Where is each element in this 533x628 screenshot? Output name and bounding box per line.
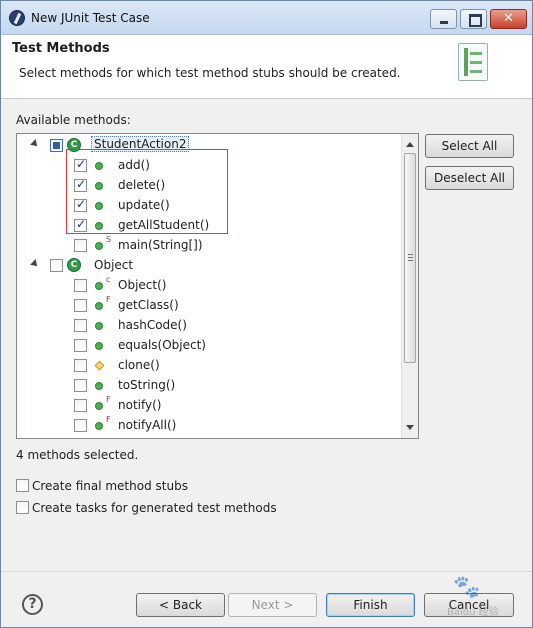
- wizard-window: New JUnit Test Case ✕ Test Methods Selec…: [0, 0, 533, 628]
- tree-label[interactable]: toString(): [118, 378, 175, 392]
- tree-row[interactable]: hashCode(): [17, 315, 402, 335]
- minimize-button[interactable]: [430, 9, 457, 29]
- tree-label[interactable]: main(String[]): [118, 238, 203, 252]
- expand-icon[interactable]: [30, 139, 40, 149]
- tasks-label[interactable]: Create tasks for generated test methods: [32, 501, 277, 515]
- public-method-icon: [95, 302, 103, 310]
- wizard-icon-bar: [470, 61, 482, 64]
- footer-divider: [1, 571, 532, 572]
- tree-checkbox[interactable]: [74, 279, 87, 292]
- window-title: New JUnit Test Case: [31, 11, 150, 25]
- tree-row-class[interactable]: C Object: [17, 255, 402, 275]
- scroll-up-icon[interactable]: [406, 142, 414, 147]
- available-methods-label: Available methods:: [16, 113, 131, 127]
- public-method-icon: [95, 402, 103, 410]
- close-icon: ✕: [503, 11, 514, 26]
- eclipse-app-icon: [9, 10, 25, 26]
- maximize-button[interactable]: [460, 9, 487, 29]
- paw-icon: 🐾: [453, 575, 481, 600]
- tree-checkbox[interactable]: [74, 419, 87, 432]
- watermark: 🐾 Baidu 经验: [419, 573, 531, 627]
- next-button[interactable]: Next >: [228, 593, 317, 617]
- tree-checkbox[interactable]: [74, 399, 87, 412]
- tree-checkbox[interactable]: [50, 139, 63, 152]
- tree-label[interactable]: notify(): [118, 398, 161, 412]
- back-button[interactable]: < Back: [136, 593, 225, 617]
- final-stubs-checkbox[interactable]: [16, 479, 29, 492]
- tree-label[interactable]: notifyAll(): [118, 418, 176, 432]
- final-stubs-option[interactable]: Create final method stubs: [16, 477, 216, 495]
- tree-row[interactable]: equals(Object): [17, 335, 402, 355]
- wizard-header: Test Methods Select methods for which te…: [1, 35, 532, 99]
- tree-checkbox[interactable]: [74, 319, 87, 332]
- tree-checkbox[interactable]: [74, 339, 87, 352]
- title-bar[interactable]: New JUnit Test Case ✕: [1, 1, 532, 35]
- tasks-option[interactable]: Create tasks for generated test methods: [16, 499, 286, 517]
- tree-scrollbar[interactable]: [401, 134, 418, 438]
- tree-row[interactable]: clone(): [17, 355, 402, 375]
- grip-icon: [408, 254, 413, 261]
- static-modifier-icon: S: [106, 235, 112, 244]
- tree-row[interactable]: toString(): [17, 375, 402, 395]
- final-modifier-icon: F: [106, 415, 111, 424]
- constructor-modifier-icon: c: [106, 275, 111, 284]
- protected-method-icon: [94, 360, 105, 371]
- tasks-checkbox[interactable]: [16, 501, 29, 514]
- class-icon: C: [67, 258, 81, 272]
- tree-row[interactable]: F getClass(): [17, 295, 402, 315]
- tree-label[interactable]: getClass(): [118, 298, 179, 312]
- public-method-icon: [95, 422, 103, 430]
- tree-checkbox[interactable]: [74, 239, 87, 252]
- tree-label[interactable]: clone(): [118, 358, 160, 372]
- wizard-icon-bar: [470, 52, 482, 55]
- tree-row[interactable]: F notify(): [17, 395, 402, 415]
- deselect-all-button[interactable]: Deselect All: [425, 166, 514, 190]
- selection-status: 4 methods selected.: [16, 448, 139, 462]
- expand-icon[interactable]: [30, 259, 40, 269]
- annotation-highlight-box: [66, 149, 228, 234]
- tree-label[interactable]: hashCode(): [118, 318, 187, 332]
- select-all-button[interactable]: Select All: [425, 134, 514, 158]
- tree-row[interactable]: F notifyAll(): [17, 415, 402, 435]
- scroll-down-icon[interactable]: [406, 425, 414, 430]
- public-method-icon: [95, 322, 103, 330]
- tree-checkbox[interactable]: [74, 379, 87, 392]
- finish-button[interactable]: Finish: [326, 593, 415, 617]
- page-description: Select methods for which test method stu…: [19, 66, 401, 80]
- tree-checkbox[interactable]: [74, 359, 87, 372]
- public-method-icon: [95, 282, 103, 290]
- public-method-icon: [95, 242, 103, 250]
- final-modifier-icon: F: [106, 395, 111, 404]
- tree-row[interactable]: c Object(): [17, 275, 402, 295]
- page-title: Test Methods: [12, 41, 110, 56]
- tree-label[interactable]: Object(): [118, 278, 166, 292]
- tree-row[interactable]: S main(String[]): [17, 235, 402, 255]
- public-method-icon: [95, 342, 103, 350]
- final-modifier-icon: F: [106, 295, 111, 304]
- final-stubs-label[interactable]: Create final method stubs: [32, 479, 188, 493]
- tree-label[interactable]: Object: [94, 258, 133, 272]
- wizard-icon-bar: [470, 70, 482, 73]
- watermark-text: Baidu 经验: [447, 607, 499, 618]
- close-button[interactable]: ✕: [490, 9, 527, 29]
- tree-checkbox[interactable]: [50, 259, 63, 272]
- help-icon[interactable]: ?: [22, 594, 43, 615]
- scroll-thumb[interactable]: [404, 153, 416, 363]
- junit-wizard-icon: [458, 43, 488, 81]
- tree-checkbox[interactable]: [74, 299, 87, 312]
- public-method-icon: [95, 382, 103, 390]
- tree-label[interactable]: equals(Object): [118, 338, 206, 352]
